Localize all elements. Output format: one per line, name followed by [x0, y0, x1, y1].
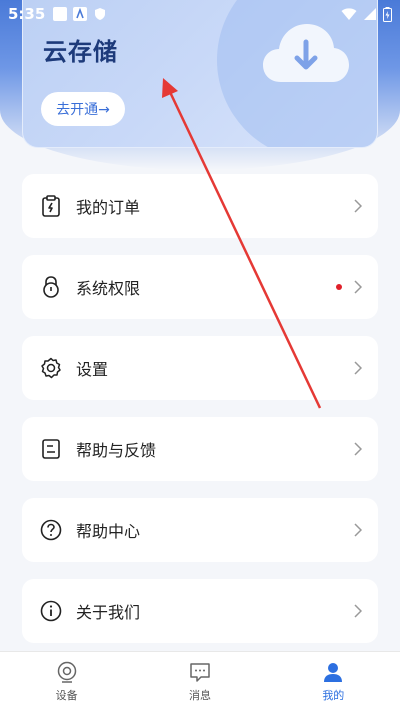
menu-item-settings[interactable]: 设置	[22, 336, 378, 400]
menu-item-label: 我的订单	[76, 198, 141, 217]
notification-shield-icon	[95, 8, 106, 20]
tab-label: 设备	[55, 688, 78, 702]
tab-mine[interactable]: 我的	[267, 652, 400, 711]
bottom-tab-bar: 设备 消息 我的	[0, 651, 400, 711]
info-icon	[40, 600, 62, 622]
chevron-right-icon	[354, 361, 362, 375]
activate-cloud-button[interactable]: 去开通→	[41, 92, 125, 126]
menu-item-about-us[interactable]: 关于我们	[22, 579, 378, 643]
wifi-icon	[341, 8, 357, 20]
order-clipboard-icon	[40, 195, 62, 217]
signal-icon	[364, 8, 376, 20]
battery-icon	[383, 6, 392, 22]
help-question-icon	[40, 519, 62, 541]
status-bar: 5:35	[0, 0, 400, 28]
menu-item-help-center[interactable]: 帮助中心	[22, 498, 378, 562]
menu-item-label: 系统权限	[76, 279, 141, 298]
menu-item-help-feedback[interactable]: 帮助与反馈	[22, 417, 378, 481]
menu-item-label: 帮助与反馈	[76, 441, 157, 460]
tab-messages[interactable]: 消息	[133, 652, 266, 711]
status-notification-icons	[53, 7, 107, 21]
menu-item-my-orders[interactable]: 我的订单	[22, 174, 378, 238]
menu-item-system-permissions[interactable]: 系统权限	[22, 255, 378, 319]
status-system-icons	[341, 6, 392, 22]
device-camera-icon	[57, 661, 76, 683]
gear-icon	[40, 357, 62, 379]
menu-item-label: 关于我们	[76, 603, 141, 622]
menu-item-label: 帮助中心	[76, 522, 141, 541]
status-time: 5:35	[8, 5, 46, 23]
message-icon	[190, 662, 210, 682]
tab-label: 我的	[322, 688, 345, 702]
lock-icon	[40, 276, 62, 298]
feedback-doc-icon	[40, 438, 62, 460]
cloud-storage-title: 云存储	[43, 38, 118, 66]
chevron-right-icon	[354, 604, 362, 618]
notification-a-icon	[73, 7, 88, 21]
tab-devices[interactable]: 设备	[0, 652, 133, 711]
tab-label: 消息	[188, 688, 211, 702]
menu-item-label: 设置	[76, 360, 109, 379]
chevron-right-icon	[354, 442, 362, 456]
chevron-right-icon	[354, 199, 362, 213]
person-icon	[324, 662, 343, 682]
notification-square-icon	[53, 7, 68, 21]
chevron-right-icon	[354, 523, 362, 537]
notification-badge-dot	[336, 284, 342, 290]
chevron-right-icon	[354, 280, 362, 294]
